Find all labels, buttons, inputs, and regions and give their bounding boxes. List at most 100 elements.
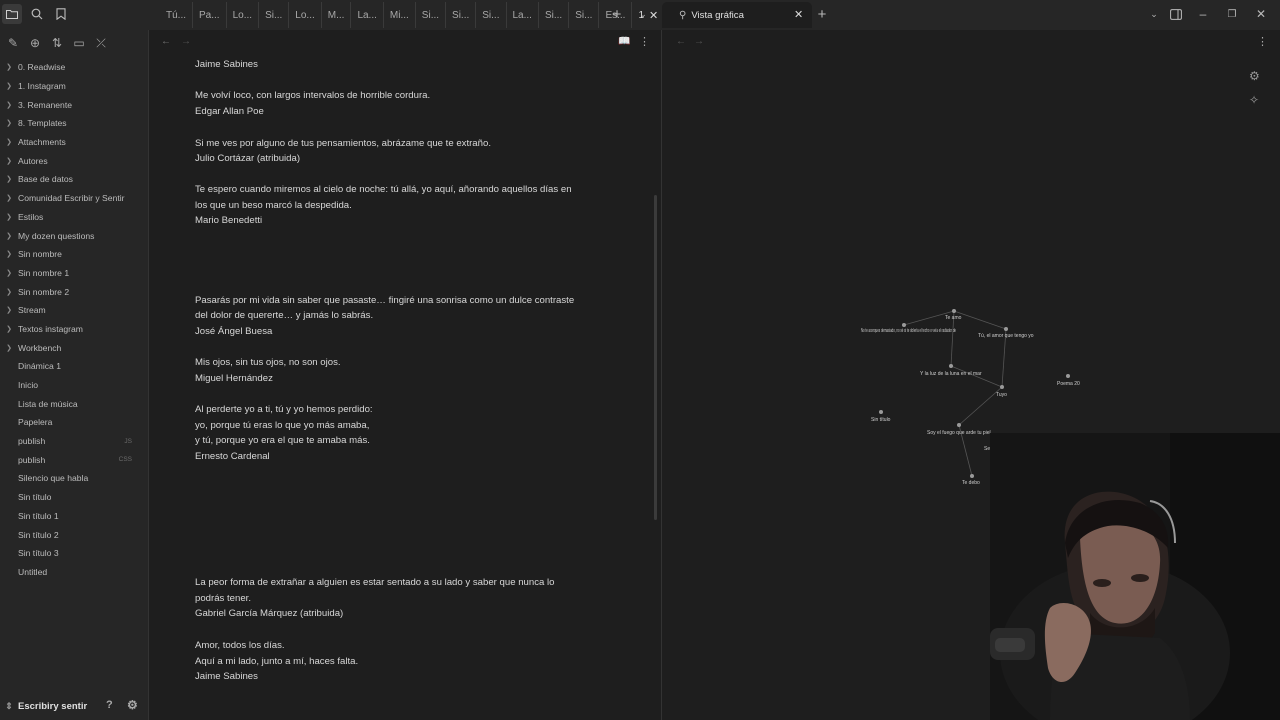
editor-line: y tú, porque yo era el que te amaba más.: [195, 435, 370, 446]
folder-item[interactable]: ❯ My dozen questions: [0, 226, 148, 245]
forward-arrow-icon[interactable]: →: [181, 36, 191, 47]
reading-view-icon[interactable]: 📖: [618, 36, 630, 47]
folder-item[interactable]: ❯ Attachments: [0, 133, 148, 152]
restore-icon[interactable]: ❐: [1222, 4, 1242, 24]
collapse-all-icon[interactable]: ⤫: [92, 34, 110, 52]
new-tab-plus-icon[interactable]: +: [812, 4, 832, 24]
chevron-right-icon: ❯: [6, 83, 12, 91]
folder-item[interactable]: ❯ Autores: [0, 151, 148, 170]
graph-node-label: Te debo: [962, 480, 980, 486]
more-options-icon[interactable]: ⋮: [639, 35, 650, 48]
folder-item[interactable]: ❯ Sin nombre: [0, 245, 148, 264]
chevron-right-icon: ❯: [6, 139, 12, 147]
search-icon[interactable]: [27, 4, 47, 24]
tab-item[interactable]: Pa...: [193, 2, 227, 28]
editor-line: Julio Cortázar (atribuida): [195, 153, 301, 164]
editor-line: Amor, todos los días.: [195, 640, 285, 651]
graph-node-label: No te acerques demasiado, no sé si te do…: [861, 328, 956, 334]
new-folder-icon[interactable]: ⊕: [26, 34, 44, 52]
graph-edge: [953, 310, 1007, 330]
tab-item[interactable]: Lo...: [289, 2, 322, 28]
tab-item[interactable]: Lo...: [227, 2, 260, 28]
tab-item[interactable]: M...: [322, 2, 352, 28]
file-item[interactable]: Papelera: [0, 413, 148, 432]
chevron-right-icon: ❯: [6, 288, 12, 296]
editor-line: Jaime Sabines: [195, 671, 258, 682]
folder-item[interactable]: ❯ 3. Remanente: [0, 95, 148, 114]
file-item[interactable]: Sin título 3: [0, 544, 148, 563]
graph-node[interactable]: [902, 323, 906, 327]
folder-item[interactable]: ❯ 1. Instagram: [0, 77, 148, 96]
folder-item[interactable]: ❯ Textos instagram: [0, 320, 148, 339]
editor-scrollbar[interactable]: [654, 195, 657, 520]
folder-item[interactable]: ❯ Comunidad Escribir y Sentir: [0, 189, 148, 208]
graph-node[interactable]: [1000, 385, 1004, 389]
editor-line: José Ángel Buesa: [195, 326, 273, 337]
graph-node[interactable]: [949, 364, 953, 368]
graph-node[interactable]: [879, 410, 883, 414]
tab-item[interactable]: Si...: [539, 2, 570, 28]
tab-graph-view[interactable]: ⚲ Vista gráfica ✕: [662, 2, 812, 28]
chevron-right-icon: ❯: [6, 120, 12, 128]
folder-icon[interactable]: [2, 4, 22, 24]
file-item[interactable]: Lista de música: [0, 394, 148, 413]
folder-item[interactable]: ❯ 8. Templates: [0, 114, 148, 133]
folder-item[interactable]: ❯ Sin nombre 2: [0, 282, 148, 301]
new-tab-plus-icon[interactable]: +: [607, 4, 627, 24]
minimize-icon[interactable]: –: [1193, 4, 1213, 24]
tab-item[interactable]: Mi...: [384, 2, 416, 28]
editor-line: Si me ves por alguno de tus pensamientos…: [195, 138, 491, 149]
collapse-icon[interactable]: ▭: [70, 34, 88, 52]
tab-item[interactable]: Si...: [259, 2, 290, 28]
folder-item[interactable]: ❯ Estilos: [0, 208, 148, 227]
file-item[interactable]: Sin título: [0, 488, 148, 507]
editor-line: yo, porque tú eras lo que yo más amaba,: [195, 420, 370, 431]
graph-node[interactable]: [970, 474, 974, 478]
back-arrow-icon[interactable]: ←: [161, 36, 171, 47]
tab-item[interactable]: Si...: [569, 2, 600, 28]
file-ext-badge: JS: [124, 437, 132, 445]
graph-node[interactable]: [957, 423, 961, 427]
folder-item[interactable]: ❯ Base de datos: [0, 170, 148, 189]
graph-icon: ⚲: [679, 9, 687, 21]
file-item[interactable]: publish JS: [0, 432, 148, 451]
file-item[interactable]: Untitled: [0, 563, 148, 582]
editor-line: del dolor de quererte… y jamás lo sabrás…: [195, 310, 374, 321]
editor-line: Me volví loco, con largos intervalos de …: [195, 90, 431, 101]
folder-item[interactable]: ❯ 0. Readwise: [0, 58, 148, 77]
editor-line: Jaime Sabines: [195, 59, 258, 70]
graph-node[interactable]: [952, 309, 956, 313]
folder-item[interactable]: ❯ Sin nombre 1: [0, 264, 148, 283]
close-icon[interactable]: ✕: [794, 8, 803, 21]
chevron-down-icon[interactable]: ⌄: [1144, 4, 1164, 24]
tab-item[interactable]: Tú...: [160, 2, 194, 28]
tab-item[interactable]: Si...: [416, 2, 447, 28]
tab-item[interactable]: La...: [351, 2, 384, 28]
file-item[interactable]: Inicio: [0, 376, 148, 395]
tab-item[interactable]: La...: [507, 2, 539, 28]
chevron-down-icon[interactable]: ⌄: [633, 4, 653, 24]
chevron-right-icon: ❯: [6, 344, 12, 352]
graph-node[interactable]: [1066, 374, 1070, 378]
tab-item[interactable]: Si...: [446, 2, 477, 28]
file-item[interactable]: Sin título 2: [0, 525, 148, 544]
chevron-right-icon: ❯: [6, 195, 12, 203]
bookmark-icon[interactable]: [51, 4, 71, 24]
new-note-icon[interactable]: ✎: [4, 34, 22, 52]
folder-item[interactable]: ❯ Workbench: [0, 338, 148, 357]
sidebar-toggle-icon[interactable]: [1166, 4, 1186, 24]
gear-icon[interactable]: ⚙: [127, 698, 138, 712]
help-icon[interactable]: ?: [106, 699, 113, 711]
sort-icon[interactable]: ⇅: [48, 34, 66, 52]
graph-node-label: Tú, el amor que tengo yo: [978, 333, 1034, 339]
window-close-icon[interactable]: ✕: [1251, 4, 1271, 24]
vault-switcher[interactable]: ⇕ Escribiry sentir ? ⚙: [0, 695, 148, 717]
tab-item[interactable]: Si...: [476, 2, 507, 28]
file-item[interactable]: publish CSS: [0, 450, 148, 469]
file-item[interactable]: Sin título 1: [0, 507, 148, 526]
folder-item[interactable]: ❯ Stream: [0, 301, 148, 320]
file-item[interactable]: Silencio que habla: [0, 469, 148, 488]
graph-node[interactable]: [1004, 327, 1008, 331]
file-item[interactable]: Dinámica 1: [0, 357, 148, 376]
editor-line: podrás tener.: [195, 593, 252, 604]
